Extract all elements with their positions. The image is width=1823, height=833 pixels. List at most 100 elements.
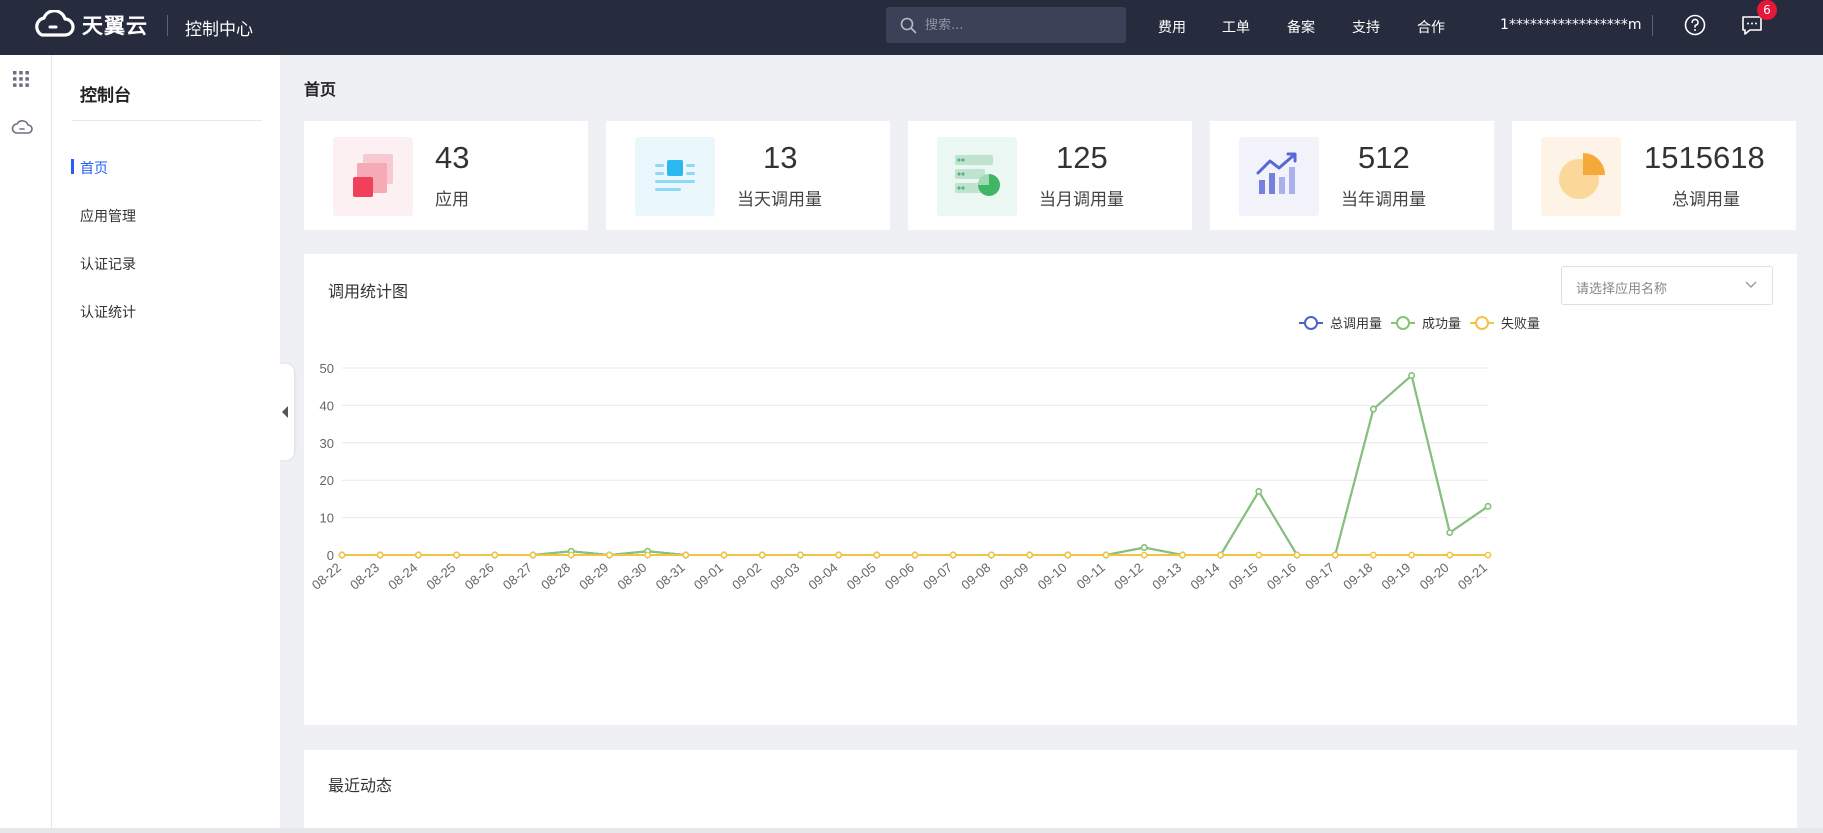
chart-panel: 0 10 20 30 40 50 08-22 08-23 08-24 08-25 08-26 08-2…: [304, 254, 1797, 725]
data-point: [1179, 551, 1186, 559]
data-point: [797, 551, 804, 559]
message-badge: 6: [1757, 0, 1777, 20]
stat-icon-box: [333, 137, 413, 216]
y-tick-label: 50: [320, 361, 334, 376]
stat-card-daily-calls[interactable]: 13 当天调用量: [606, 121, 890, 230]
apps-grid-icon[interactable]: [12, 70, 30, 88]
sidebar-item-auth-records[interactable]: 认证记录: [80, 254, 136, 274]
series-line: [342, 373, 1489, 557]
x-tick-label: 09-16: [1264, 560, 1299, 593]
data-point: [758, 551, 766, 559]
cloud-logo-icon: [35, 10, 75, 37]
x-tick-label: 09-13: [1149, 560, 1184, 593]
data-point: [1255, 551, 1263, 559]
apps-stack-icon: [353, 154, 393, 197]
x-tick-label: 09-05: [844, 560, 879, 593]
nav-filing[interactable]: 备案: [1287, 17, 1315, 37]
data-point: [1102, 551, 1110, 559]
stat-card-apps[interactable]: 43 应用: [304, 121, 588, 230]
stat-label: 当月调用量: [1039, 190, 1124, 210]
data-point: [376, 551, 384, 559]
data-point: [1140, 551, 1148, 559]
x-tick-label: 09-03: [767, 560, 802, 593]
icon-rail: [0, 55, 52, 833]
x-tick-label: 09-11: [1074, 560, 1108, 592]
bar-trend-icon: [1256, 152, 1297, 194]
x-tick-label: 08-29: [576, 560, 611, 593]
data-point: [644, 551, 651, 559]
y-tick-label: 40: [320, 398, 334, 413]
x-tick-label: 08-28: [538, 560, 573, 593]
stat-card-monthly-calls[interactable]: 125 当月调用量: [908, 121, 1192, 230]
chart-title: 调用统计图: [328, 282, 409, 301]
y-tick-label: 10: [320, 511, 334, 526]
app-name-select[interactable]: 请选择应用名称: [1561, 266, 1773, 305]
stat-card-yearly-calls[interactable]: 512 当年调用量: [1210, 121, 1494, 230]
logo-text: 天翼云: [82, 14, 148, 38]
x-tick-label: 09-09: [996, 560, 1031, 593]
x-tick-label: 08-26: [462, 560, 497, 593]
nav-partner[interactable]: 合作: [1417, 17, 1445, 37]
data-point: [988, 551, 995, 559]
data-point: [1064, 551, 1072, 559]
select-placeholder: 请选择应用名称: [1576, 282, 1668, 297]
active-marker: [71, 159, 74, 174]
legend-swatch-marker: [1396, 316, 1410, 330]
stat-label: 当年调用量: [1341, 190, 1426, 210]
pie-chart-icon: [1559, 153, 1605, 199]
data-point: [453, 551, 460, 559]
sidebar-item-app-management[interactable]: 应用管理: [80, 206, 136, 226]
legend-swatch-marker: [1475, 316, 1489, 330]
x-tick-label: 09-19: [1378, 560, 1413, 593]
data-point: [1446, 529, 1454, 536]
data-point: [415, 551, 422, 559]
sidebar-divider: [72, 120, 262, 121]
x-tick-label: 09-15: [1226, 560, 1261, 593]
x-tick-label: 08-22: [309, 560, 344, 593]
search-icon: [900, 17, 917, 33]
x-tick-label: 09-12: [1111, 560, 1146, 593]
header-divider: [1652, 15, 1653, 36]
y-tick-label: 30: [320, 436, 334, 451]
cloud-icon[interactable]: [11, 119, 33, 135]
stat-value: 43: [435, 140, 470, 175]
stat-icon-box: [635, 137, 715, 216]
sidebar-title: 控制台: [80, 86, 131, 106]
stat-icon-box: [1541, 137, 1621, 216]
server-pie-icon: [955, 155, 1000, 196]
sidebar-item-auth-stats[interactable]: 认证统计: [80, 302, 136, 322]
search-box[interactable]: [886, 7, 1126, 43]
data-point: [1026, 551, 1033, 559]
data-point: [491, 551, 499, 559]
data-point: [338, 551, 346, 559]
stat-value: 13: [763, 140, 798, 175]
stat-label: 总调用量: [1672, 190, 1740, 210]
header-divider: [167, 15, 168, 36]
data-point: [1484, 503, 1492, 510]
logo[interactable]: 天翼云: [30, 8, 148, 42]
legend-label: 失败量: [1501, 317, 1540, 332]
data-point: [1370, 551, 1377, 559]
help-icon[interactable]: [1683, 13, 1707, 37]
x-tick-label: 09-20: [1417, 560, 1452, 593]
x-tick-label: 09-04: [805, 560, 840, 593]
x-tick-label: 09-02: [729, 560, 764, 593]
stat-value: 1515618: [1644, 140, 1765, 175]
search-input[interactable]: [925, 17, 1115, 33]
nav-tickets[interactable]: 工单: [1222, 17, 1250, 37]
user-account[interactable]: 1*****************m: [1500, 17, 1642, 33]
legend-swatch-marker: [1304, 316, 1318, 330]
sidebar-item-home[interactable]: 首页: [80, 158, 108, 178]
sidebar-collapse-toggle[interactable]: [278, 364, 294, 460]
x-tick-label: 09-06: [882, 560, 917, 593]
y-tick-label: 20: [320, 473, 334, 488]
nav-support[interactable]: 支持: [1352, 17, 1380, 37]
x-tick-label: 08-31: [653, 560, 688, 593]
nav-fees[interactable]: 费用: [1158, 17, 1186, 37]
stat-card-total-calls[interactable]: 1515618 总调用量: [1512, 121, 1796, 230]
console-title[interactable]: 控制中心: [185, 15, 253, 40]
x-tick-label: 09-18: [1340, 560, 1375, 593]
recent-activity-panel: 最近动态: [304, 750, 1797, 833]
data-point: [949, 551, 957, 559]
stat-value: 512: [1358, 140, 1410, 175]
